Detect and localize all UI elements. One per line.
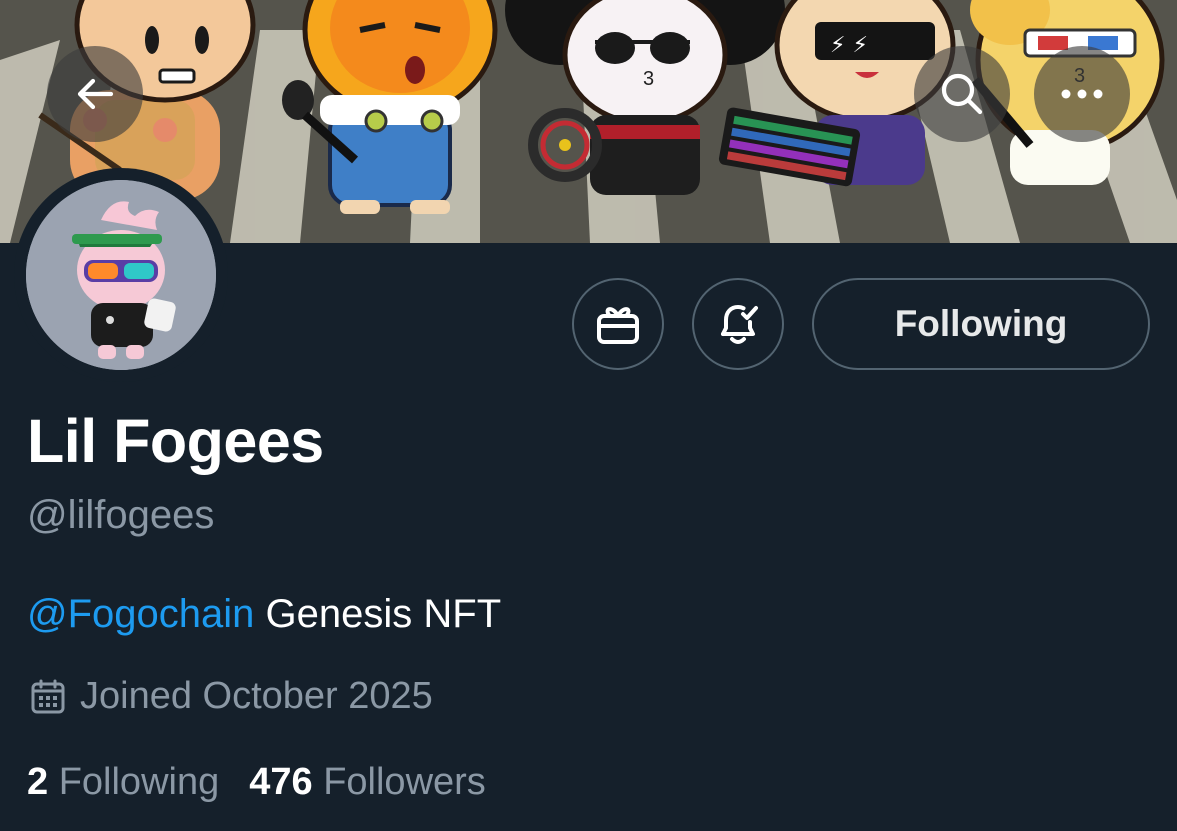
- display-name: Lil Fogees: [27, 407, 324, 475]
- svg-text:⚡ ⚡: ⚡ ⚡: [830, 33, 868, 58]
- following-count: 2: [27, 761, 49, 803]
- avatar-image: [26, 180, 216, 370]
- followers-stat[interactable]: 476 Followers: [249, 761, 486, 804]
- gift-icon: [597, 307, 639, 344]
- profile-bio: @Fogochain Genesis NFT: [27, 592, 501, 637]
- bio-mention-link[interactable]: @Fogochain: [27, 592, 254, 636]
- search-button[interactable]: [914, 46, 1010, 142]
- bio-text: Genesis NFT: [254, 592, 502, 636]
- following-label: Following: [58, 761, 220, 803]
- search-icon: [941, 73, 983, 115]
- back-button[interactable]: [47, 46, 143, 142]
- following-button[interactable]: Following: [812, 278, 1150, 370]
- more-options-button[interactable]: [1034, 46, 1130, 142]
- following-stat[interactable]: 2 Following: [27, 761, 219, 804]
- more-horizontal-icon: [1061, 89, 1103, 99]
- follow-stats: 2 Following 476 Followers: [27, 761, 486, 804]
- user-handle: @lilfogees: [27, 493, 215, 537]
- arrow-left-icon: [77, 78, 114, 110]
- svg-text:3: 3: [643, 68, 654, 90]
- notifications-button[interactable]: [692, 278, 784, 370]
- followers-label: Followers: [323, 761, 486, 803]
- bell-check-icon: [721, 304, 758, 344]
- gift-button[interactable]: [572, 278, 664, 370]
- join-date: Joined October 2025: [30, 675, 433, 718]
- calendar-icon: [31, 679, 65, 713]
- join-date-text: Joined October 2025: [80, 675, 433, 717]
- profile-avatar[interactable]: [14, 168, 228, 382]
- followers-count: 476: [249, 761, 313, 803]
